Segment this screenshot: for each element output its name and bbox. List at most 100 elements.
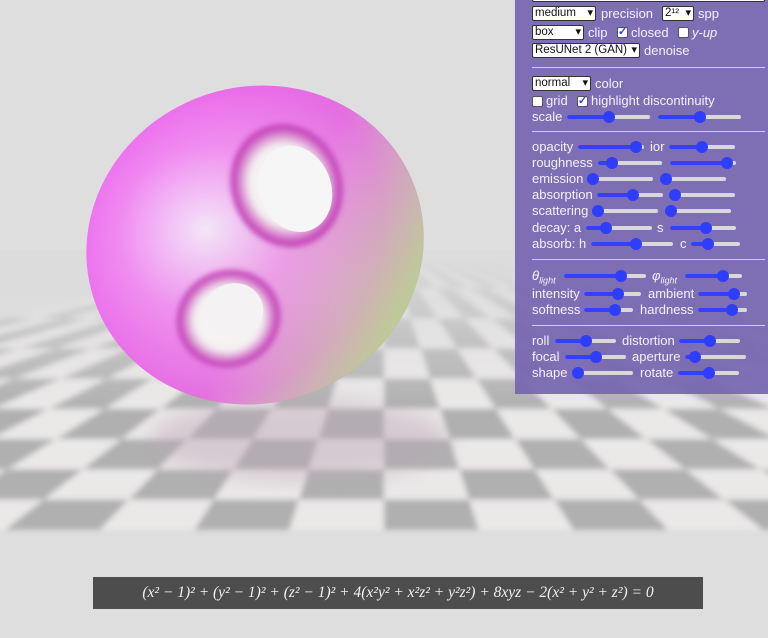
slider-thumb[interactable] — [665, 205, 677, 217]
slider-thumb[interactable] — [721, 157, 734, 169]
denoise-select[interactable]: ResUNet 2 (GAN) — [532, 43, 640, 58]
focal-slider[interactable] — [565, 351, 626, 363]
intensity-slider[interactable] — [584, 288, 641, 300]
emission-slider[interactable] — [587, 173, 653, 185]
spp-select[interactable]: 2¹² — [662, 6, 694, 21]
opacity-label: opacity — [532, 139, 574, 154]
theta-light-slider[interactable] — [564, 270, 646, 282]
slider-thumb[interactable] — [726, 304, 739, 316]
slider-thumb[interactable] — [587, 173, 599, 185]
rotate-slider[interactable] — [678, 367, 739, 379]
slider-thumb[interactable] — [727, 288, 740, 300]
slider-thumb[interactable] — [605, 157, 618, 169]
ambient-slider[interactable] — [698, 288, 747, 300]
slider-thumb[interactable] — [599, 222, 612, 234]
closed-checkbox[interactable] — [617, 25, 628, 38]
shape-slider[interactable] — [572, 367, 633, 379]
scale-secondary-slider[interactable] — [658, 111, 741, 123]
aperture-slider[interactable] — [685, 351, 746, 363]
divider — [532, 131, 765, 132]
rotate-label: rotate — [640, 365, 674, 380]
absorb-h-slider[interactable] — [591, 238, 673, 250]
ior-slider[interactable] — [669, 141, 735, 153]
slider-thumb[interactable] — [688, 351, 701, 363]
slider-thumb[interactable] — [703, 335, 716, 347]
slider-thumb[interactable] — [589, 351, 602, 363]
clip-select[interactable]: box — [532, 25, 584, 40]
c-slider[interactable] — [691, 238, 740, 250]
shape-select-partial[interactable] — [532, 0, 765, 2]
distortion-label: distortion — [622, 333, 675, 348]
slider-thumb[interactable] — [699, 222, 712, 234]
slider-fill — [591, 242, 636, 246]
slider-thumb[interactable] — [579, 335, 592, 347]
opacity-slider[interactable] — [578, 141, 644, 153]
slider-thumb[interactable] — [572, 367, 584, 379]
slider-thumb[interactable] — [626, 189, 639, 201]
scattering-secondary-slider[interactable] — [665, 205, 731, 217]
slider-thumb[interactable] — [702, 367, 715, 379]
slider-thumb[interactable] — [609, 304, 622, 316]
emission-secondary-slider[interactable] — [660, 173, 726, 185]
slider-thumb[interactable] — [615, 270, 628, 282]
phi-light-label: φlight — [652, 268, 677, 286]
shape-label: shape — [532, 365, 568, 380]
highlight-discontinuity-label: highlight discontinuity — [591, 93, 715, 108]
divider — [532, 259, 765, 260]
slider-thumb[interactable] — [630, 141, 643, 153]
roll-slider[interactable] — [555, 335, 616, 347]
floor-tile — [289, 499, 384, 530]
slider-thumb[interactable] — [629, 238, 642, 250]
theta-light-label: θlight — [532, 268, 556, 286]
distortion-slider[interactable] — [679, 335, 740, 347]
slider-fill — [564, 274, 622, 278]
hardness-label: hardness — [640, 302, 694, 317]
softness-slider[interactable] — [584, 304, 633, 316]
slider-thumb[interactable] — [611, 288, 624, 300]
roughness-secondary-slider[interactable] — [670, 157, 736, 169]
slider-thumb[interactable] — [696, 141, 708, 153]
scattering-slider[interactable] — [592, 205, 658, 217]
absorb-h-label: absorb: h — [532, 236, 587, 251]
absorption-slider[interactable] — [597, 189, 663, 201]
clip-label: clip — [588, 25, 608, 40]
roughness-slider[interactable] — [598, 157, 662, 169]
hardness-slider[interactable] — [698, 304, 747, 316]
slider-thumb[interactable] — [702, 238, 715, 250]
divider — [532, 67, 765, 68]
decay-a-slider[interactable] — [586, 222, 652, 234]
color-mode-select[interactable]: normal — [532, 76, 591, 91]
floor-tile — [384, 469, 470, 500]
slider-thumb[interactable] — [602, 111, 615, 123]
c-label: c — [680, 236, 687, 251]
slider-thumb[interactable] — [693, 111, 706, 123]
emission-label: emission — [532, 171, 584, 186]
slider-fill — [670, 161, 728, 165]
focal-label: focal — [532, 349, 560, 364]
grid-label: grid — [546, 93, 568, 108]
slider-thumb[interactable] — [669, 189, 681, 201]
scale-slider[interactable] — [567, 111, 650, 123]
y-up-checkbox[interactable] — [678, 27, 689, 38]
s-slider[interactable] — [670, 222, 736, 234]
slider-thumb[interactable] — [592, 205, 604, 217]
intensity-label: intensity — [532, 286, 580, 301]
precision-select[interactable]: medium — [532, 6, 596, 21]
scale-label: scale — [532, 109, 563, 124]
ior-label: ior — [650, 139, 665, 154]
grid-checkbox[interactable] — [532, 96, 543, 107]
slider-thumb[interactable] — [716, 270, 729, 282]
floor-tile — [384, 499, 479, 530]
precision-label: precision — [601, 6, 654, 21]
s-label: s — [657, 220, 664, 235]
y-up-label: y-up — [692, 25, 718, 40]
absorption-secondary-slider[interactable] — [669, 189, 735, 201]
aperture-label: aperture — [632, 349, 681, 364]
absorption-label: absorption — [532, 187, 593, 202]
slider-fill — [578, 145, 637, 149]
softness-label: softness — [532, 302, 581, 317]
phi-light-slider[interactable] — [685, 270, 742, 282]
roll-label: roll — [532, 333, 550, 348]
slider-thumb[interactable] — [660, 173, 672, 185]
highlight-discontinuity-checkbox[interactable] — [577, 94, 588, 107]
